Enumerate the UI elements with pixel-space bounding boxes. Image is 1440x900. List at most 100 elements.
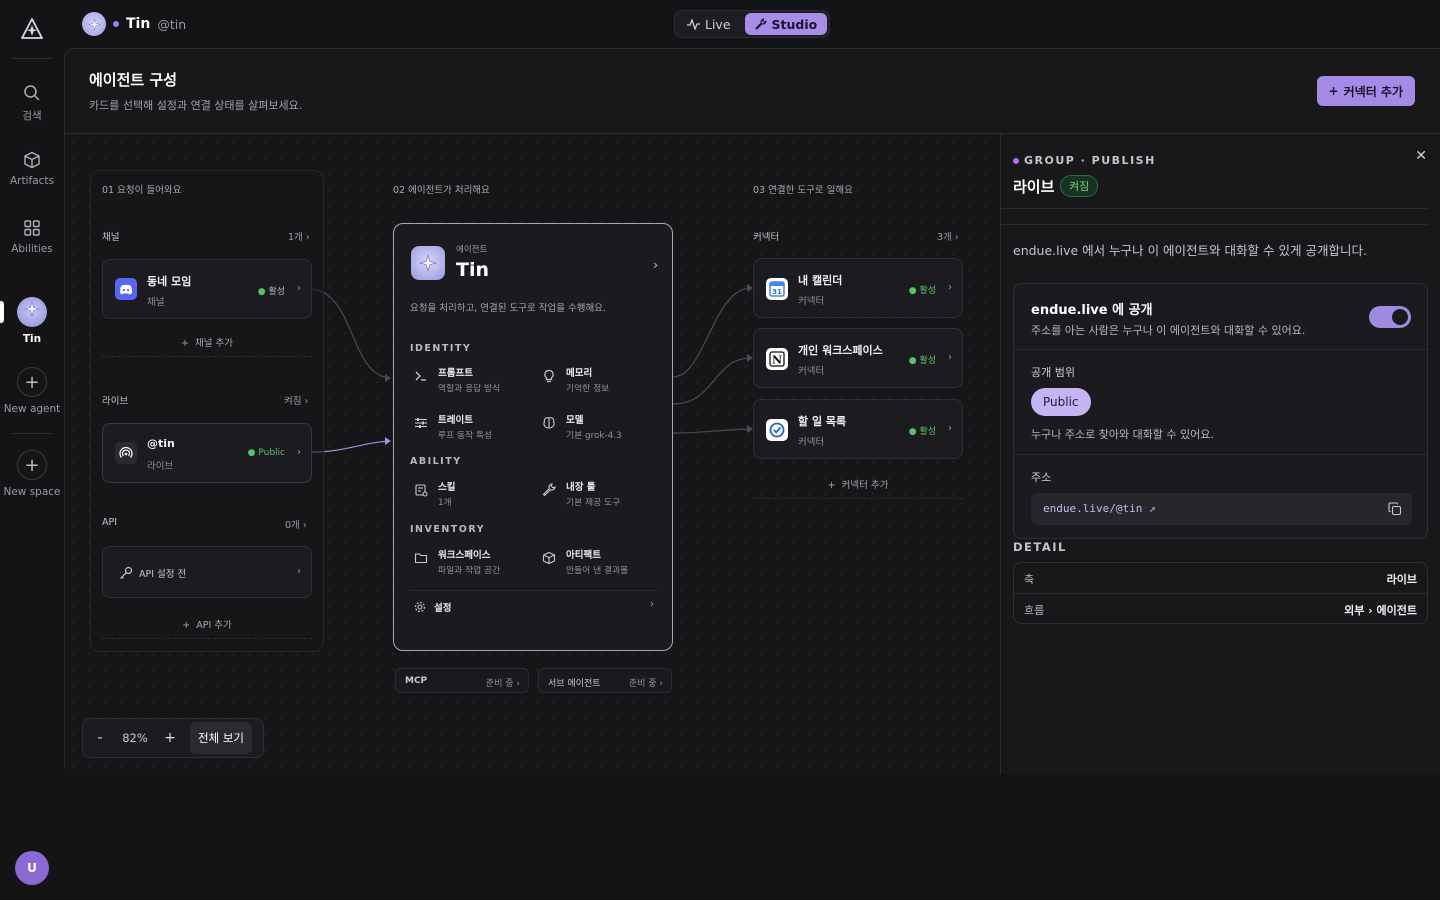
agent-settings-row[interactable]: 설정 › xyxy=(410,590,658,620)
subagent-row[interactable]: 서브 에이전트 준비 중 › xyxy=(538,668,672,693)
feature-title: 프롬프트 xyxy=(438,368,473,379)
search-icon xyxy=(24,85,40,101)
card-title: 내 캘린더 xyxy=(798,274,843,287)
brain-icon xyxy=(543,417,555,429)
feature-builtin-tools[interactable]: 내장 툴 기본 제공 도구 xyxy=(542,479,662,509)
row-key: 흐름 xyxy=(1024,604,1045,617)
rail-item-label: Tin xyxy=(22,333,42,345)
divider xyxy=(1014,454,1427,455)
card-title: @tin xyxy=(147,437,175,450)
add-connector-row[interactable]: + 커넥터 추가 xyxy=(753,477,963,499)
section-count[interactable]: 1개 › xyxy=(288,229,310,243)
gear-icon xyxy=(414,601,426,613)
address-link[interactable]: endue.live/@tin ↗ xyxy=(1043,502,1156,515)
live-card[interactable]: @tin 라이브 ● Public › xyxy=(102,423,312,483)
chevron-right-icon[interactable]: › xyxy=(653,258,658,272)
svg-text:N: N xyxy=(772,354,782,367)
new-agent-button[interactable]: + New agent xyxy=(0,367,64,415)
section-count[interactable]: 0개 › xyxy=(285,517,307,531)
address-field[interactable]: endue.live/@tin ↗ xyxy=(1031,493,1412,525)
new-space-button[interactable]: + New space xyxy=(0,450,64,498)
panel-description: endue.live 에서 누구나 이 에이전트와 대화할 수 있게 공개합니다… xyxy=(1013,243,1367,258)
agent-switcher[interactable]: Tin @tin xyxy=(82,12,186,36)
connector-card[interactable]: N 개인 워크스페이스 커넥터 ● 활성 › xyxy=(753,328,963,388)
section-label: ABILITY xyxy=(410,456,462,467)
settings-label: 설정 xyxy=(434,603,452,614)
agent-name: Tin xyxy=(126,16,151,32)
feature-prompt[interactable]: 프롬프트 역할과 응답 방식 xyxy=(414,365,534,395)
channel-card[interactable]: 동네 모임 채널 ● 활성 › xyxy=(102,259,312,319)
feature-skills[interactable]: 스킬 1개 xyxy=(414,479,534,509)
feature-artifacts[interactable]: 아티팩트 만들어 낸 결과물 xyxy=(542,547,662,577)
status-badge: ● Public xyxy=(247,448,285,458)
tab-studio[interactable]: Studio xyxy=(744,13,828,35)
row-value: 라이브 xyxy=(1386,573,1417,586)
add-connector-button[interactable]: + 커넥터 추가 xyxy=(1316,76,1415,106)
publish-toggle[interactable] xyxy=(1369,306,1411,328)
section-label: 채널 xyxy=(102,232,120,243)
card-subtitle: 커넥터 xyxy=(798,366,825,377)
chevron-right-icon: › xyxy=(650,599,654,610)
feature-subtitle: 기본 grok-4.3 xyxy=(566,431,622,441)
mcp-row[interactable]: MCP 준비 중 › xyxy=(395,668,529,693)
close-icon[interactable]: ✕ xyxy=(1415,148,1427,164)
notion-icon: N xyxy=(766,348,788,370)
column-title: 03 연결한 도구로 일해요 xyxy=(753,185,853,196)
zoom-out-button[interactable]: - xyxy=(86,722,114,754)
connector-card[interactable]: 할 일 목록 커넥터 ● 활성 › xyxy=(753,399,963,459)
status-badge: 켜짐 xyxy=(1060,175,1099,197)
add-api-button[interactable]: + API 추가 xyxy=(102,617,312,639)
user-avatar[interactable]: U xyxy=(15,851,49,885)
chevron-right-icon: › xyxy=(297,447,301,458)
group-dot xyxy=(1013,157,1019,164)
copy-icon[interactable] xyxy=(1388,502,1402,516)
button-label: 커넥터 추가 xyxy=(1343,84,1403,99)
section-state[interactable]: 켜짐 › xyxy=(284,393,308,407)
grid-icon xyxy=(24,220,40,236)
chevron-right-icon: › xyxy=(297,283,301,294)
section-count[interactable]: 3개 › xyxy=(937,229,959,243)
zoom-in-button[interactable]: + xyxy=(156,722,184,754)
column-title: 02 에이전트가 처리해요 xyxy=(393,185,490,196)
feature-title: 스킬 xyxy=(438,482,456,493)
rail-item-search[interactable]: 검색 xyxy=(0,84,64,123)
rail-item-artifacts[interactable]: Artifacts xyxy=(0,151,64,187)
flow-canvas[interactable]: 01 요청이 들어와요 채널 1개 › 동네 모임 채널 ● 활성 › + 채널… xyxy=(65,134,1000,774)
agent-description: 요청을 처리하고, 연결된 도구로 작업을 수행해요. xyxy=(410,303,606,314)
feature-memory[interactable]: 메모리 기억한 정보 xyxy=(542,365,662,395)
row-key: 축 xyxy=(1024,573,1035,586)
detail-panel: GROUP · PUBLISH ✕ 라이브 켜짐 endue.live 에서 누… xyxy=(1000,134,1440,774)
status-badge: ● 활성 xyxy=(908,356,936,366)
feature-traits[interactable]: 트레이트 루프 동작 특성 xyxy=(414,412,534,442)
feature-workspace[interactable]: 워크스페이스 파일과 작업 공간 xyxy=(414,547,534,577)
feature-title: 워크스페이스 xyxy=(438,550,491,561)
toggle-knob xyxy=(1392,309,1408,325)
status-badge: ● 활성 xyxy=(257,287,285,297)
card-subtitle: 라이브 xyxy=(147,461,174,472)
connector-card[interactable]: 31 내 캘린더 커넥터 ● 활성 › xyxy=(753,258,963,318)
divider xyxy=(1001,208,1427,209)
broadcast-icon xyxy=(115,442,137,464)
feature-subtitle: 파일과 작업 공간 xyxy=(438,566,501,576)
main-panel: 에이전트 구성 카드를 선택해 설정과 연결 상태를 살펴보세요. + 커넥터 … xyxy=(64,48,1440,774)
add-channel-button[interactable]: + 채널 추가 xyxy=(102,335,312,357)
tab-live[interactable]: Live xyxy=(677,13,741,35)
scope-public-chip[interactable]: Public xyxy=(1031,388,1091,416)
api-card[interactable]: API 설정 전 › xyxy=(102,546,312,598)
rail-item-tin[interactable]: Tin xyxy=(0,297,64,345)
rail-divider xyxy=(12,58,52,59)
status-badge: ● 활성 xyxy=(908,286,936,296)
panel-kicker: GROUP · PUBLISH xyxy=(1013,154,1156,167)
plus-icon: + xyxy=(17,367,47,397)
app-logo-icon[interactable] xyxy=(18,16,46,44)
fit-view-button[interactable]: 전체 보기 xyxy=(190,722,252,754)
card-title: 동네 모임 xyxy=(147,275,192,288)
agent-card[interactable]: 에이전트 Tin › 요청을 처리하고, 연결된 도구로 작업을 수행해요. I… xyxy=(393,223,673,651)
column-title: 01 요청이 들어와요 xyxy=(102,185,182,196)
card-kind: 에이전트 xyxy=(456,245,488,255)
feature-model[interactable]: 모델 기본 grok-4.3 xyxy=(542,412,662,442)
rail-item-abilities[interactable]: Abilities xyxy=(0,219,64,255)
left-rail: 검색 Artifacts Abilities Tin + New agent +… xyxy=(0,0,64,900)
status-badge: ● 활성 xyxy=(908,427,936,437)
terminal-icon xyxy=(415,371,426,381)
